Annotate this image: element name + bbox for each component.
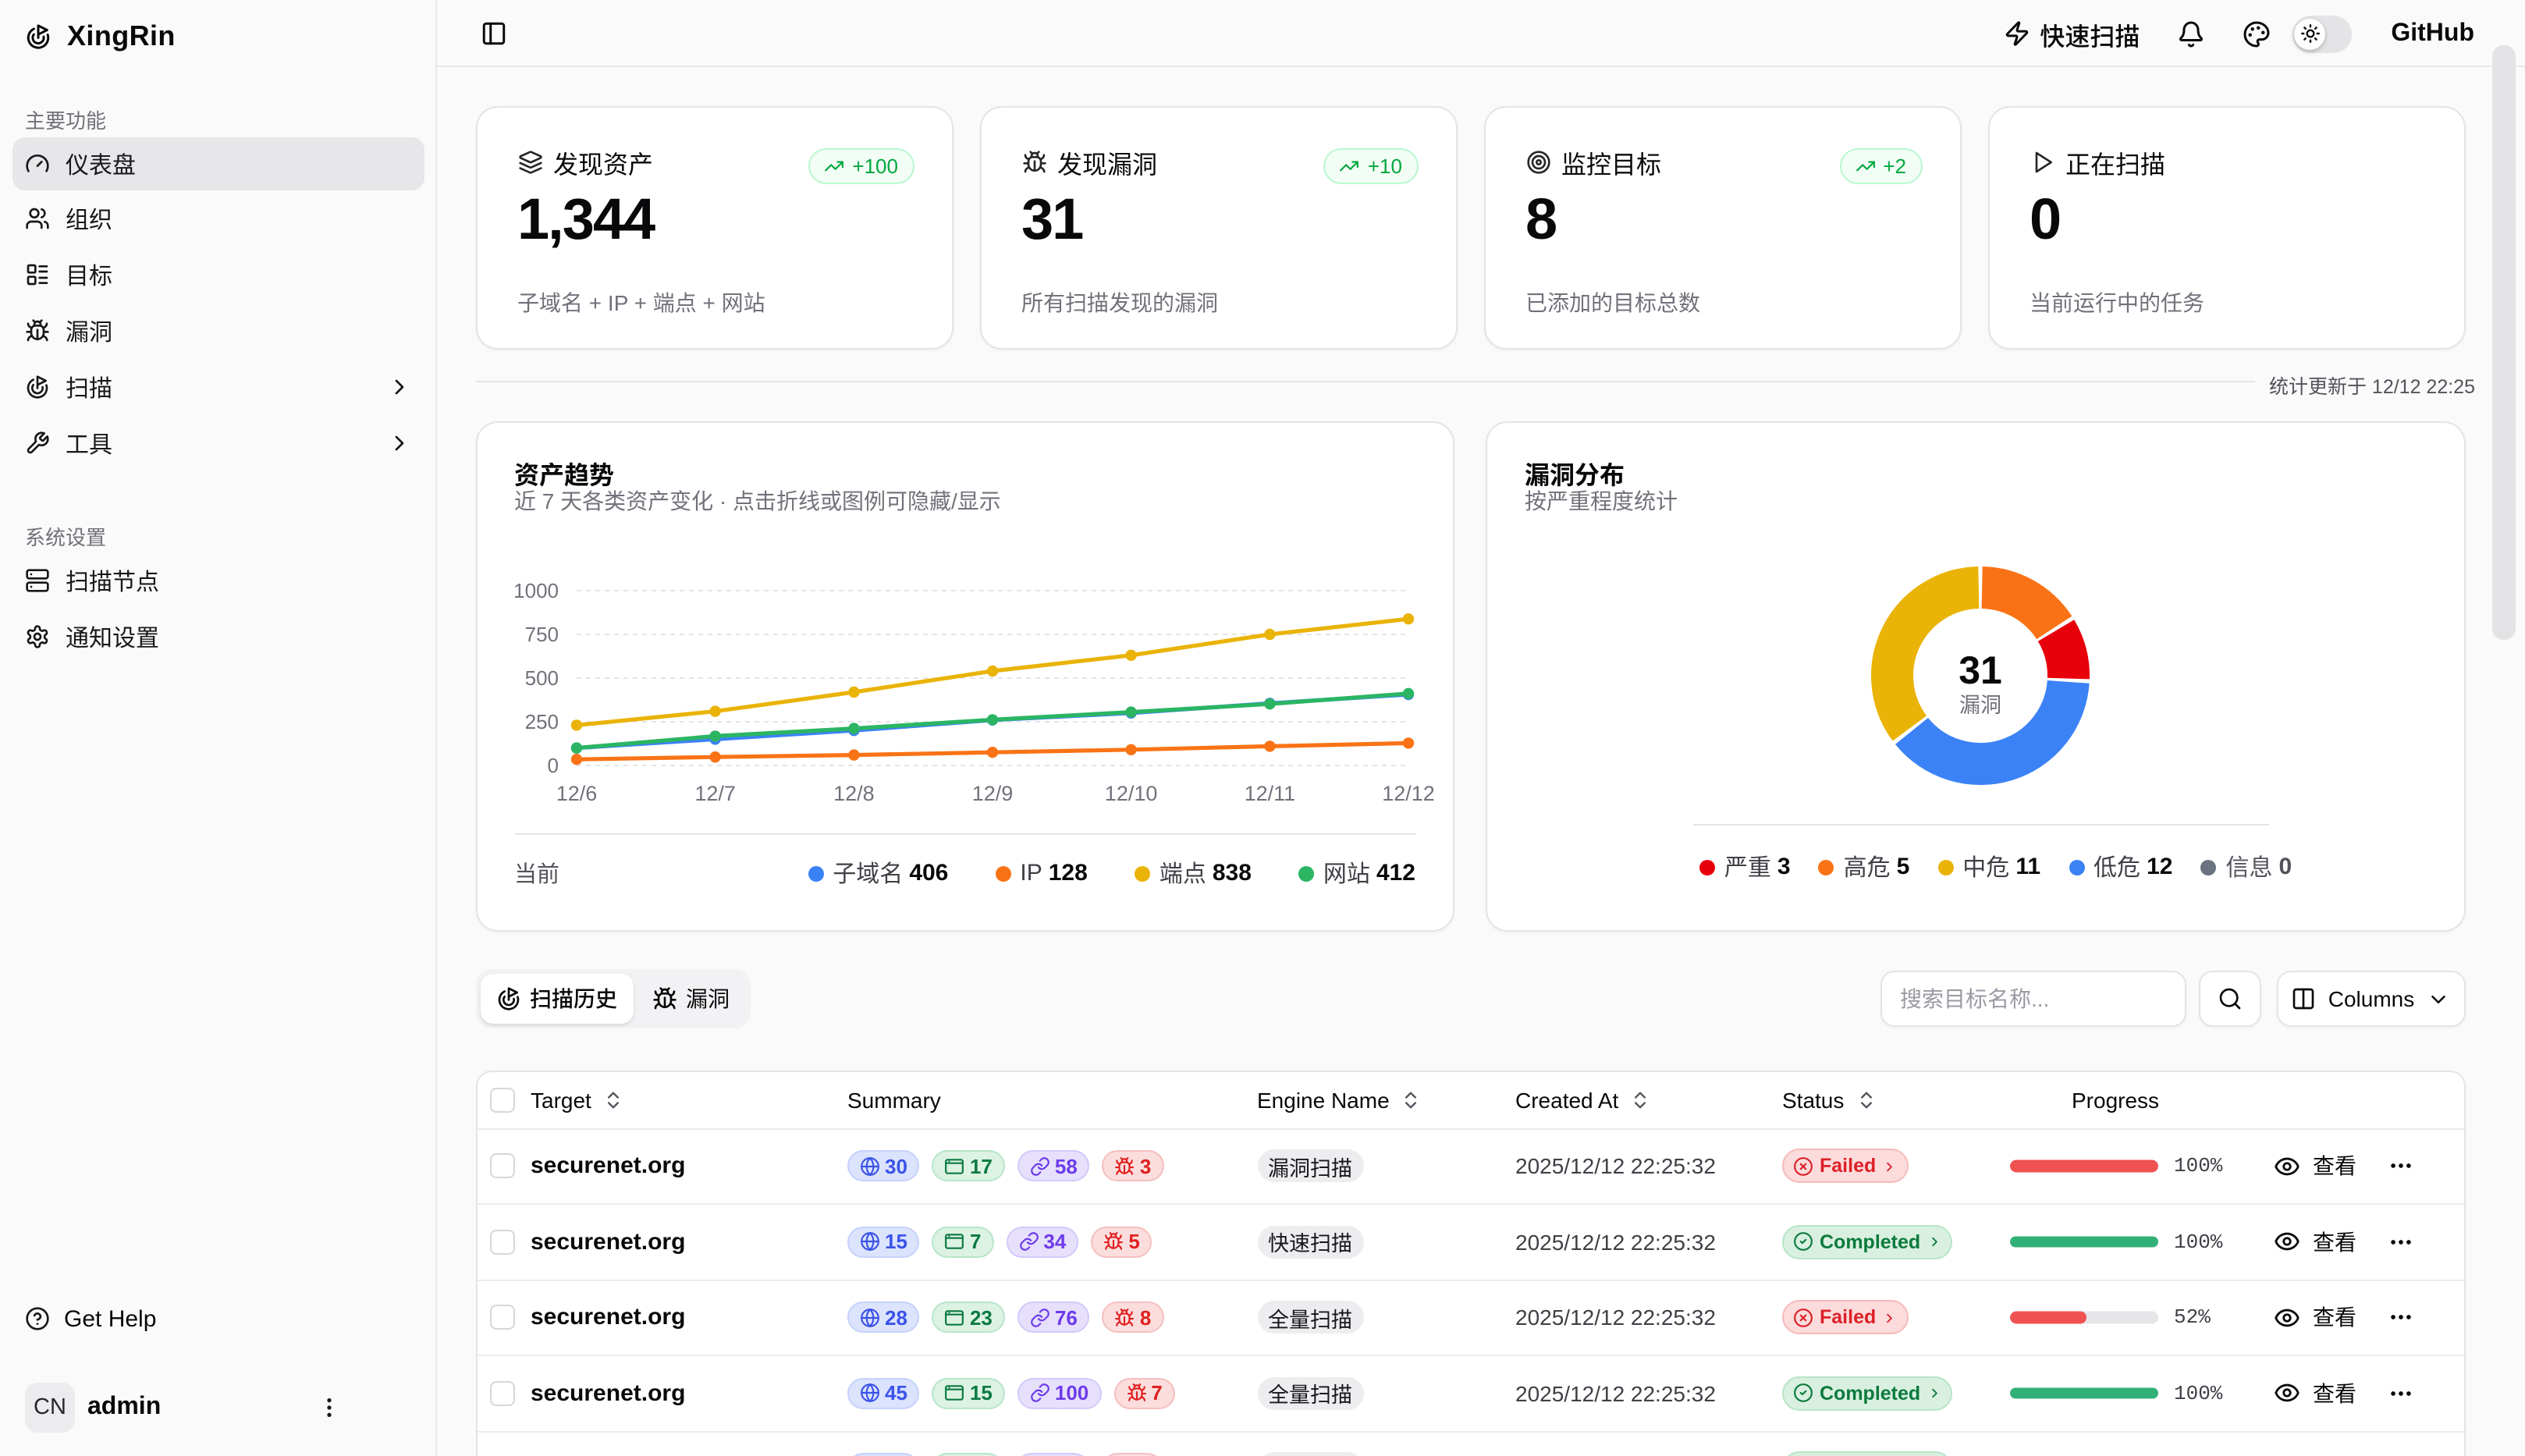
svg-text:0: 0 — [547, 754, 558, 777]
svg-text:12/12: 12/12 — [1381, 782, 1434, 805]
svg-text:750: 750 — [524, 623, 558, 646]
svg-text:12/6: 12/6 — [556, 782, 597, 805]
svg-text:漏洞: 漏洞 — [1959, 694, 2001, 717]
svg-text:31: 31 — [1959, 648, 2002, 692]
svg-text:12/11: 12/11 — [1244, 782, 1295, 805]
svg-text:12/8: 12/8 — [833, 782, 874, 805]
svg-text:12/9: 12/9 — [971, 782, 1013, 805]
svg-text:1000: 1000 — [513, 579, 558, 602]
svg-text:500: 500 — [524, 666, 558, 690]
svg-text:12/10: 12/10 — [1104, 782, 1157, 805]
svg-text:12/7: 12/7 — [694, 782, 735, 805]
svg-text:250: 250 — [524, 710, 558, 733]
